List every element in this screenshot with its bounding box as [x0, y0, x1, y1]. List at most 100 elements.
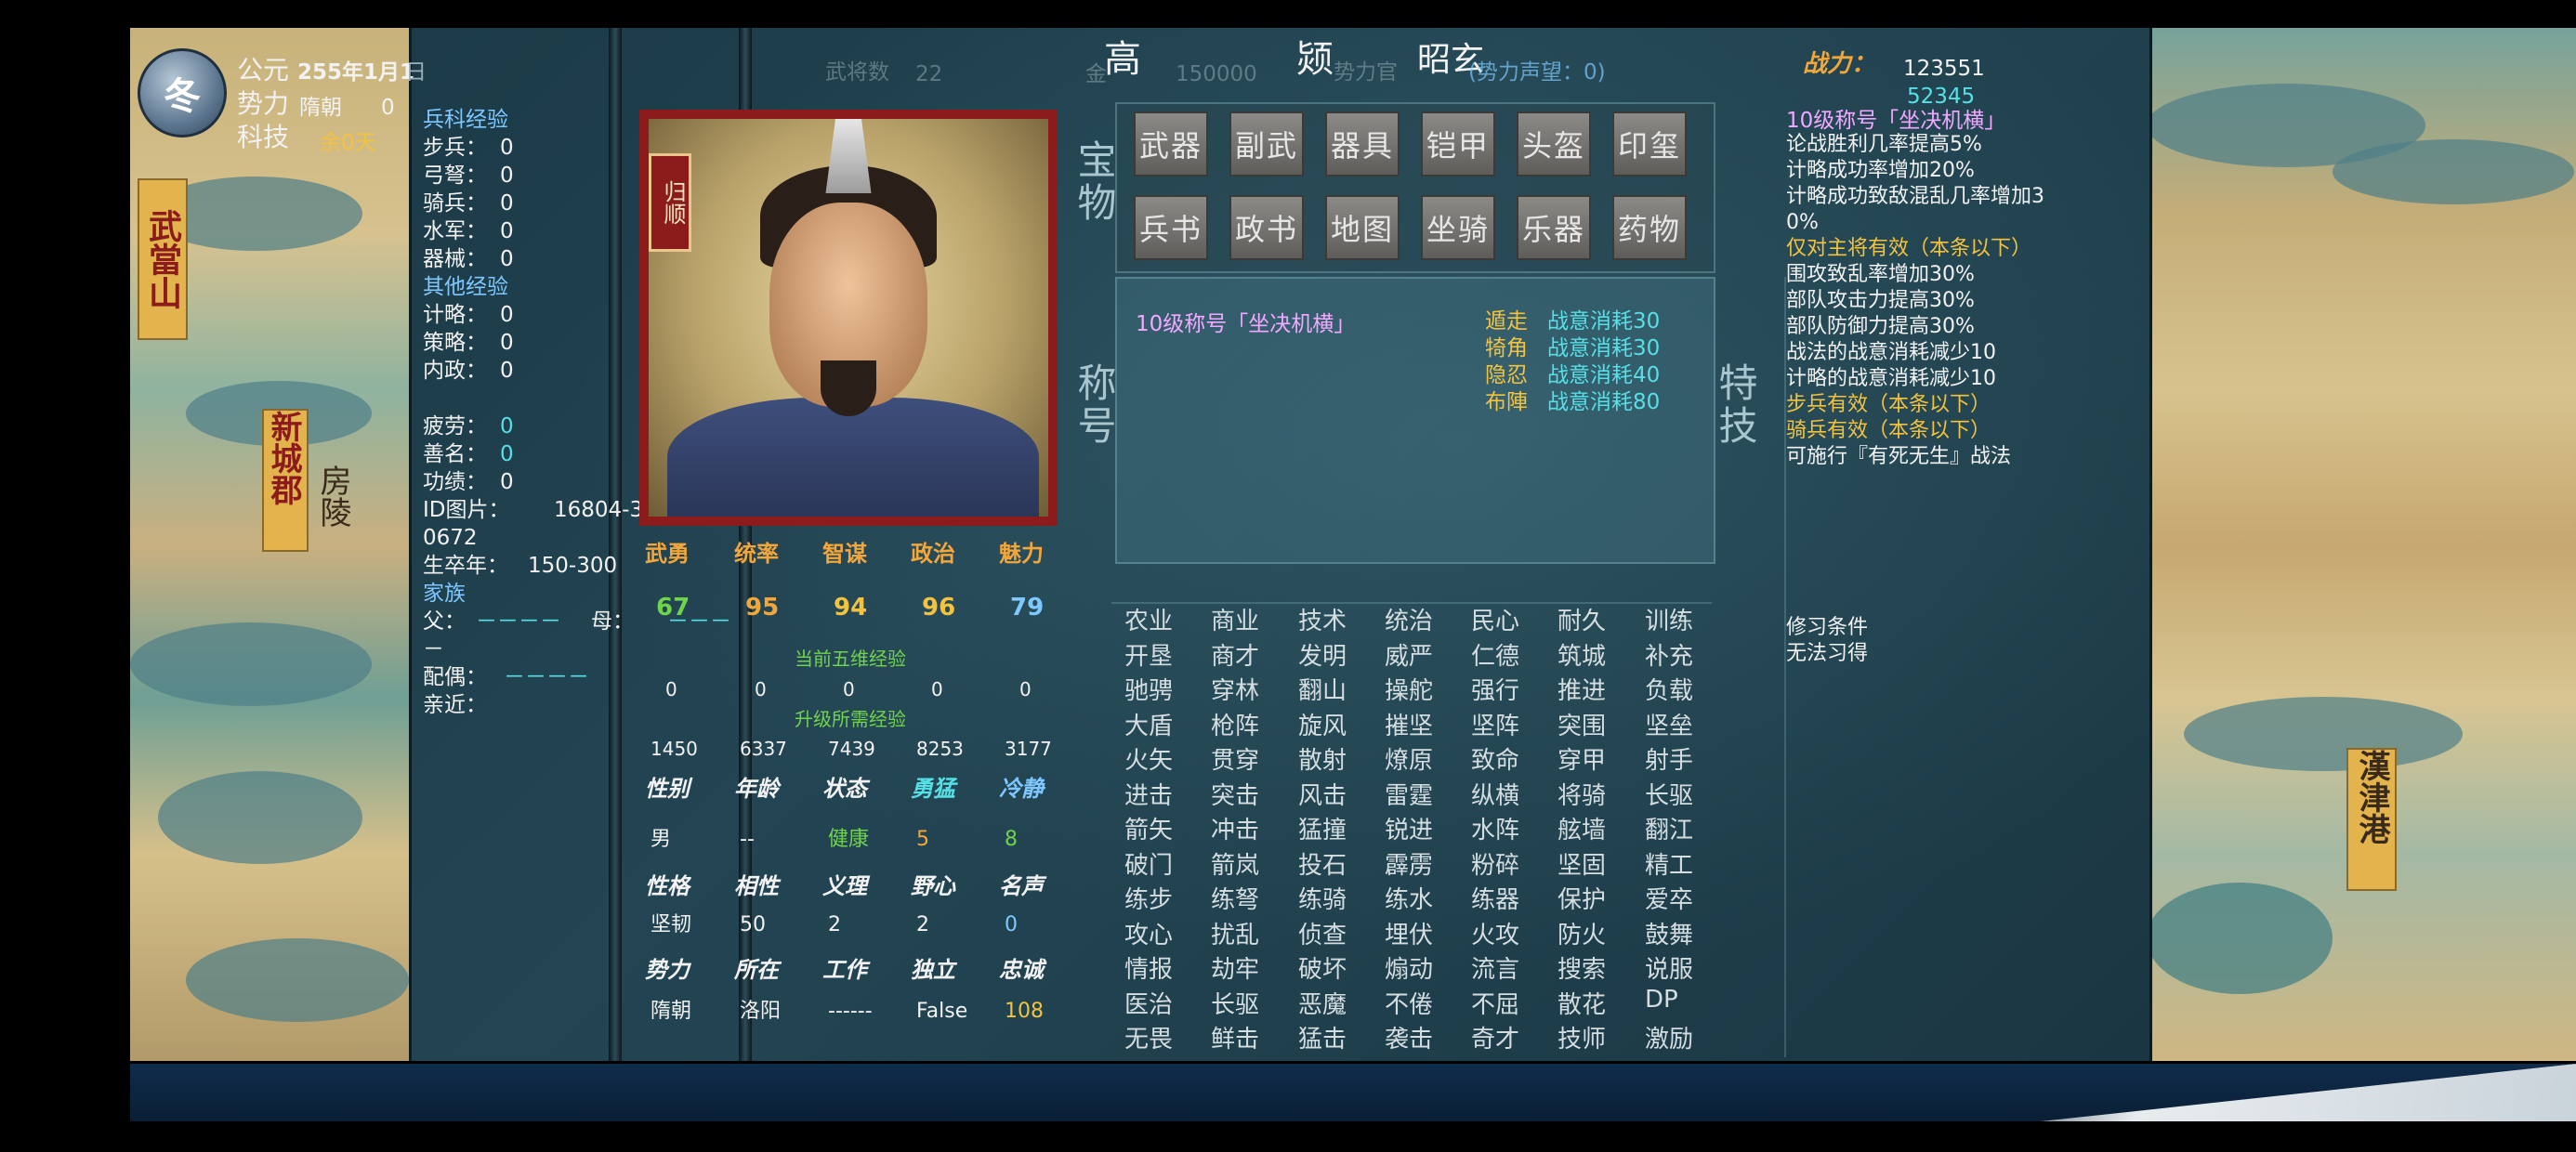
- skill-item[interactable]: 民心: [1471, 602, 1519, 636]
- skill-item[interactable]: 奇才: [1471, 1020, 1519, 1054]
- skill-item[interactable]: 驰骋: [1124, 672, 1173, 706]
- skill-item[interactable]: 鼓舞: [1645, 916, 1693, 950]
- treasure-tab-button[interactable]: 药物: [1612, 195, 1687, 260]
- skill-item[interactable]: 技术: [1298, 602, 1347, 636]
- spouse-value[interactable]: －－－－: [504, 664, 589, 690]
- skill-item[interactable]: 医治: [1124, 986, 1173, 1020]
- skill-item[interactable]: 火攻: [1471, 916, 1519, 950]
- skill-item[interactable]: 扰乱: [1211, 916, 1259, 950]
- treasure-tab-button[interactable]: 政书: [1229, 195, 1304, 260]
- skill-item[interactable]: 练弩: [1211, 881, 1259, 915]
- treasure-tab-button[interactable]: 乐器: [1517, 195, 1591, 260]
- skill-item[interactable]: 袭击: [1385, 1020, 1433, 1054]
- skill-item[interactable]: 耐久: [1557, 602, 1606, 636]
- skill-item[interactable]: 练水: [1385, 881, 1433, 915]
- skill-item[interactable]: 火矢: [1124, 741, 1173, 776]
- skill-item[interactable]: 摧坚: [1385, 707, 1433, 741]
- season-badge[interactable]: 冬: [138, 48, 227, 137]
- skill-item[interactable]: 旋风: [1298, 707, 1347, 741]
- skill-item[interactable]: 突围: [1557, 707, 1606, 741]
- treasure-tab-button[interactable]: 器具: [1325, 111, 1400, 177]
- skill-item[interactable]: 坚固: [1557, 846, 1606, 881]
- skill-item[interactable]: 舷墙: [1557, 811, 1606, 845]
- title-name[interactable]: 10级称号「坐决机横」: [1136, 311, 1355, 337]
- skill-item[interactable]: 商业: [1211, 602, 1259, 636]
- skill-item[interactable]: 散花: [1557, 986, 1606, 1020]
- skill-item[interactable]: 射手: [1645, 741, 1693, 776]
- skill-item[interactable]: 风击: [1298, 777, 1347, 811]
- skill-item[interactable]: 仁德: [1471, 637, 1519, 672]
- skill-item[interactable]: 推进: [1557, 672, 1606, 706]
- skill-item[interactable]: 发明: [1298, 637, 1347, 672]
- skill-item[interactable]: 翻山: [1298, 672, 1347, 706]
- skill-item[interactable]: 锐进: [1385, 811, 1433, 845]
- skill-item[interactable]: 致命: [1471, 741, 1519, 776]
- skill-item[interactable]: 翻江: [1645, 811, 1693, 845]
- skill-item[interactable]: 将骑: [1557, 777, 1606, 811]
- skill-item[interactable]: 统治: [1385, 602, 1433, 636]
- skill-item[interactable]: 攻心: [1124, 916, 1173, 950]
- skill-item[interactable]: 搜索: [1557, 950, 1606, 985]
- treasure-tab-button[interactable]: 铠甲: [1421, 111, 1495, 177]
- treasure-tab-button[interactable]: 坐骑: [1421, 195, 1495, 260]
- skill-item[interactable]: 强行: [1471, 672, 1519, 706]
- skill-item[interactable]: 穿林: [1211, 672, 1259, 706]
- skill-item[interactable]: 进击: [1124, 777, 1173, 811]
- skill-item[interactable]: 枪阵: [1211, 707, 1259, 741]
- skill-item[interactable]: 纵横: [1471, 777, 1519, 811]
- skill-item[interactable]: 筑城: [1557, 637, 1606, 672]
- skill-item[interactable]: 燎原: [1385, 741, 1433, 776]
- treasure-tab-button[interactable]: 地图: [1325, 195, 1400, 260]
- map-label-xincheng[interactable]: 新城郡: [262, 409, 309, 552]
- map-label-wudang[interactable]: 武當山: [138, 178, 188, 340]
- skill-item[interactable]: 箭岚: [1211, 846, 1259, 881]
- skill-item[interactable]: 雷霆: [1385, 777, 1433, 811]
- skill-item[interactable]: 埋伏: [1385, 916, 1433, 950]
- map-label-hanjin[interactable]: 漢津港: [2346, 748, 2397, 891]
- skill-item[interactable]: 突击: [1211, 777, 1259, 811]
- skill-item[interactable]: 精工: [1645, 846, 1693, 881]
- treasure-tab-button[interactable]: 兵书: [1134, 195, 1208, 260]
- skill-item[interactable]: 技师: [1557, 1020, 1606, 1054]
- skill-item[interactable]: 长驱: [1211, 986, 1259, 1020]
- skill-item[interactable]: 商才: [1211, 637, 1259, 672]
- skill-item[interactable]: 训练: [1645, 602, 1693, 636]
- skill-item[interactable]: 猛击: [1298, 1020, 1347, 1054]
- skill-item[interactable]: 说服: [1645, 950, 1693, 985]
- skill-item[interactable]: 坚阵: [1471, 707, 1519, 741]
- skill-item[interactable]: 坚垒: [1645, 707, 1693, 741]
- skill-item[interactable]: 箭矢: [1124, 811, 1173, 845]
- skill-item[interactable]: 不屈: [1471, 986, 1519, 1020]
- skill-item[interactable]: 投石: [1298, 846, 1347, 881]
- skill-item[interactable]: 无畏: [1124, 1020, 1173, 1054]
- skill-item[interactable]: 练器: [1471, 881, 1519, 915]
- skill-item[interactable]: 大盾: [1124, 707, 1173, 741]
- skill-item[interactable]: 冲击: [1211, 811, 1259, 845]
- skill-item[interactable]: 激励: [1645, 1020, 1693, 1054]
- skill-item[interactable]: 恶魔: [1298, 986, 1347, 1020]
- skill-item[interactable]: DP: [1645, 986, 1678, 1014]
- skill-item[interactable]: 练步: [1124, 881, 1173, 915]
- skill-item[interactable]: 穿甲: [1557, 741, 1606, 776]
- skill-item[interactable]: 鲜击: [1211, 1020, 1259, 1054]
- skill-item[interactable]: 不倦: [1385, 986, 1433, 1020]
- skill-item[interactable]: 补充: [1645, 637, 1693, 672]
- skill-item[interactable]: 破门: [1124, 846, 1173, 881]
- treasure-tab-button[interactable]: 印玺: [1612, 111, 1687, 177]
- map-label-fangling[interactable]: 房陵: [310, 465, 356, 528]
- skill-item[interactable]: 情报: [1124, 950, 1173, 985]
- skill-item[interactable]: 开垦: [1124, 637, 1173, 672]
- skill-item[interactable]: 粉碎: [1471, 846, 1519, 881]
- skill-item[interactable]: 防火: [1557, 916, 1606, 950]
- skill-item[interactable]: 农业: [1124, 602, 1173, 636]
- skill-item[interactable]: 长驱: [1645, 777, 1693, 811]
- skill-item[interactable]: 负载: [1645, 672, 1693, 706]
- skill-item[interactable]: 煽动: [1385, 950, 1433, 985]
- father-value[interactable]: －－－－: [476, 609, 561, 635]
- skill-item[interactable]: 威严: [1385, 637, 1433, 672]
- treasure-tab-button[interactable]: 副武: [1229, 111, 1304, 177]
- skill-item[interactable]: 散射: [1298, 741, 1347, 776]
- skill-item[interactable]: 保护: [1557, 881, 1606, 915]
- treasure-tab-button[interactable]: 头盔: [1517, 111, 1591, 177]
- skill-item[interactable]: 操舵: [1385, 672, 1433, 706]
